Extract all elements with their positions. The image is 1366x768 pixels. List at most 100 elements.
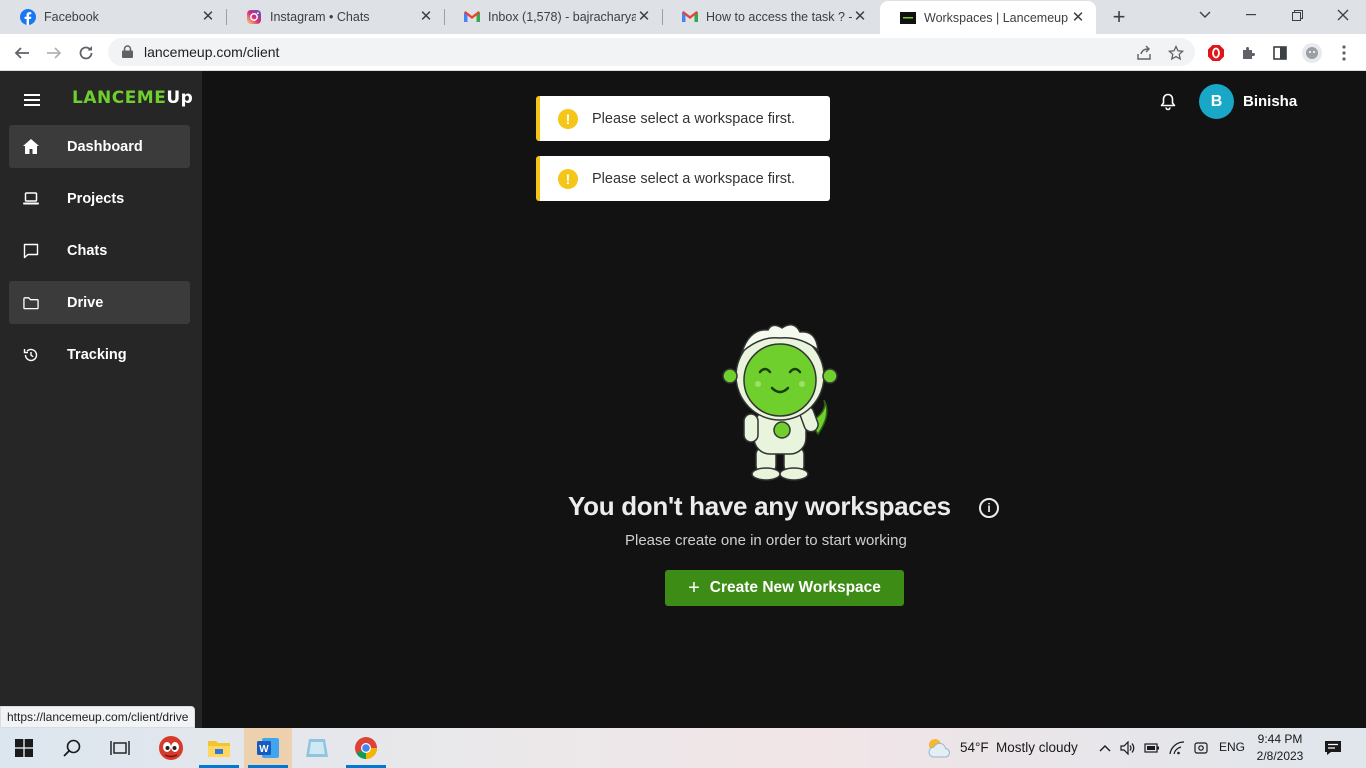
app-sidebar: LANCEMEUp Dashboard Projects Chats Drive… [0,71,202,728]
close-window-button[interactable] [1320,0,1366,30]
sidebar-item-label: Chats [67,242,108,259]
search-icon[interactable] [48,728,96,768]
clock-time: 9:44 PM [1257,732,1303,746]
facebook-icon [20,9,36,25]
share-icon[interactable] [1134,43,1154,63]
warning-icon: ! [558,168,578,189]
weather-description[interactable]: Mostly cloudy [996,740,1078,755]
tab-title: Instagram • Chats [270,10,370,24]
close-tab-icon[interactable]: ✕ [418,9,434,25]
chat-icon [23,243,39,259]
close-tab-icon[interactable]: ✕ [852,9,868,25]
lancemeup-icon [900,10,916,26]
logo-up-text: Up [166,88,194,108]
sidebar-item-tracking[interactable]: Tracking [9,333,190,376]
weather-icon[interactable] [916,728,962,768]
tab-title: Inbox (1,578) - bajracharyabi [488,10,636,24]
browser-tab-instagram[interactable]: Instagram • Chats ✕ [226,0,444,34]
gmail-icon [464,9,480,25]
home-icon [23,139,39,155]
history-icon [23,347,39,363]
warning-icon: ! [558,108,578,129]
address-bar[interactable]: lancemeup.com/client [108,38,1195,66]
browser-tab-lancemeup[interactable]: Workspaces | Lancemeup ✕ [880,1,1096,34]
chevron-up-icon[interactable] [1096,728,1114,768]
plus-icon: + [688,576,700,599]
warning-toast[interactable]: ! Please select a workspace first. [536,96,830,141]
instagram-icon [246,9,262,25]
logo-text: LANCEME [72,88,167,108]
forward-button[interactable] [41,40,67,66]
profile-icon[interactable] [1301,42,1323,64]
adblock-extension-icon[interactable] [1205,42,1227,64]
menu-toggle-icon[interactable] [24,94,40,106]
sidebar-item-chats[interactable]: Chats [9,229,190,272]
laptop-icon [23,191,39,207]
sidebar-item-drive[interactable]: Drive [9,281,190,324]
windows-start-icon[interactable] [0,728,48,768]
side-panel-icon[interactable] [1269,42,1291,64]
create-workspace-label: Create New Workspace [709,579,881,596]
sidebar-item-projects[interactable]: Projects [9,177,190,220]
empty-state-subtitle: Please create one in order to start work… [625,532,907,549]
chrome-icon[interactable] [342,728,390,768]
sidebar-item-label: Tracking [67,346,127,363]
browser-tab-gmail-task[interactable]: How to access the task ? - bi ✕ [662,0,878,34]
bookmark-star-icon[interactable] [1166,43,1186,63]
empty-state-title: You don't have any workspaces [568,491,951,521]
user-avatar[interactable]: B [1199,84,1234,119]
lancemeup-logo[interactable]: LANCEMEUp [72,88,193,108]
gmail-icon [682,9,698,25]
username-label[interactable]: Binisha [1243,93,1297,110]
extensions-puzzle-icon[interactable] [1237,42,1259,64]
mascot-illustration [720,322,842,482]
app-window-icon[interactable] [293,728,341,768]
reload-button[interactable] [73,40,99,66]
close-tab-icon[interactable]: ✕ [1070,9,1086,26]
folder-icon [23,295,39,311]
link-status-bar: https://lancemeup.com/client/drive [0,706,196,728]
close-tab-icon[interactable]: ✕ [200,9,216,25]
toast-message: Please select a workspace first. [592,110,796,127]
sidebar-item-label: Drive [67,294,104,311]
svg-text:W: W [259,744,269,755]
game-app-icon[interactable] [147,728,195,768]
notification-bell-icon[interactable] [1160,93,1176,111]
restore-button[interactable] [1274,0,1320,30]
clock-date: 2/8/2023 [1256,749,1304,763]
tab-title: How to access the task ? - bi [706,10,852,24]
browser-toolbar: lancemeup.com/client [0,34,1366,71]
lock-icon [122,45,134,59]
info-icon[interactable]: i [979,498,999,518]
battery-icon[interactable] [1142,728,1162,768]
language-indicator[interactable]: ENG [1219,740,1245,754]
wifi-icon[interactable] [1166,728,1188,768]
new-tab-button[interactable]: + [1108,6,1130,28]
word-icon[interactable]: W [244,728,292,768]
browser-menu-icon[interactable] [1333,42,1355,64]
back-button[interactable] [9,40,35,66]
browser-tab-facebook[interactable]: Facebook ✕ [0,0,226,34]
meet-now-icon[interactable] [1190,728,1212,768]
close-tab-icon[interactable]: ✕ [636,9,652,25]
weather-temp: 54°F [960,740,989,755]
browser-tab-strip: Facebook ✕ Instagram • Chats ✕ Inbox (1,… [0,0,1366,34]
tab-title: Workspaces | Lancemeup [924,10,1069,25]
warning-toast[interactable]: ! Please select a workspace first. [536,156,830,201]
notifications-icon[interactable] [1318,728,1348,768]
sidebar-item-label: Dashboard [67,138,143,155]
task-view-icon[interactable] [96,728,144,768]
create-workspace-button[interactable]: + Create New Workspace [665,570,904,606]
windows-taskbar: W 54°F Mostly cloudy ENG 9:44 PM 2/8/202… [0,728,1366,768]
tab-search-icon[interactable] [1182,0,1228,30]
browser-tab-gmail-inbox[interactable]: Inbox (1,578) - bajracharyabi ✕ [444,0,662,34]
file-explorer-icon[interactable] [195,728,243,768]
sidebar-item-label: Projects [67,190,125,207]
tab-title: Facebook [44,10,99,24]
volume-icon[interactable] [1118,728,1138,768]
sidebar-item-dashboard[interactable]: Dashboard [9,125,190,168]
url-text: lancemeup.com/client [144,44,280,60]
toast-message: Please select a workspace first. [592,170,796,187]
minimize-button[interactable] [1228,0,1274,30]
system-clock[interactable]: 9:44 PM 2/8/2023 [1252,731,1308,765]
